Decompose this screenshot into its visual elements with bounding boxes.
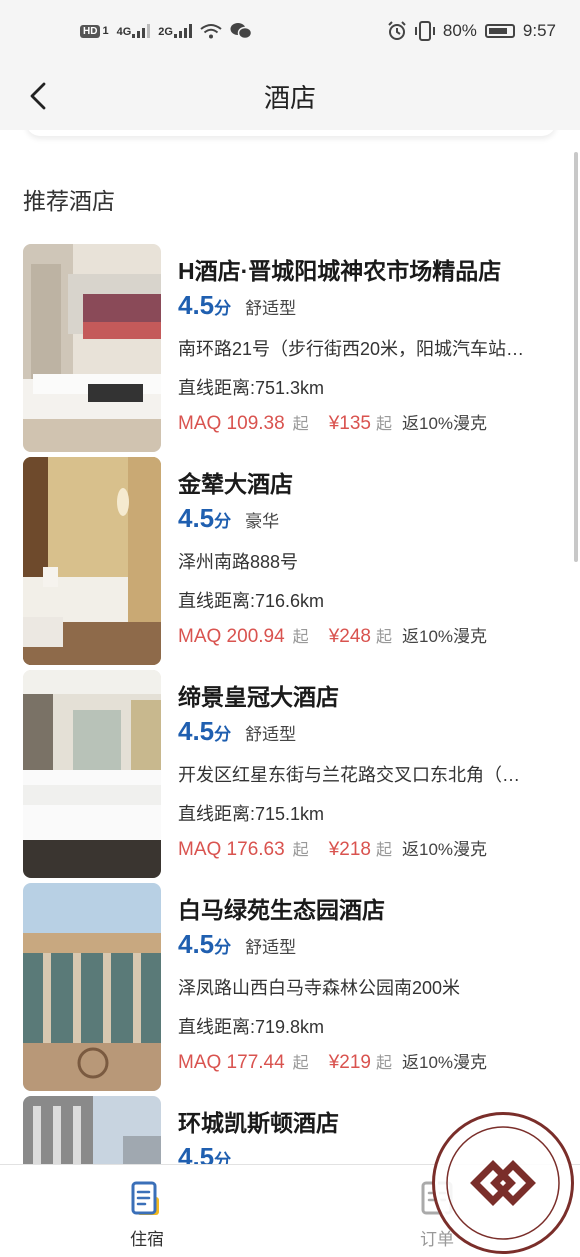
hotel-address: 泽凤路山西白马寺森林公园南200米 xyxy=(178,978,461,998)
hotel-distance: 直线距离:716.6km xyxy=(178,591,325,611)
maq-price: MAQ 177.44 xyxy=(178,1052,285,1073)
hotel-type: 豪华 xyxy=(245,512,280,531)
signal-bars-1-icon xyxy=(132,24,151,38)
lodging-icon xyxy=(127,1179,167,1219)
status-bar: HD 1 4G 2G 80% 9:57 xyxy=(0,0,580,62)
alarm-icon xyxy=(388,21,406,40)
battery-percent: 80% xyxy=(442,21,477,40)
hotel-name: 缔景皇冠大酒店 xyxy=(178,684,339,710)
hotel-photo xyxy=(23,1096,161,1164)
network-type-2: 2G xyxy=(158,26,173,38)
hotel-score: 4.5 xyxy=(178,716,215,746)
rebate-label: 返10%漫克 xyxy=(401,414,488,433)
hotel-score: 4.5 xyxy=(178,1142,215,1164)
search-card-bottom-edge xyxy=(26,130,556,136)
hotel-list-page[interactable]: 推荐酒店 H酒店·晋城阳城神农市场精品店 4.5 分 舒适型 南环路21号（步行… xyxy=(0,130,580,1164)
hotel-photo xyxy=(23,457,161,665)
page-title: 酒店 xyxy=(263,82,316,113)
hotel-info: 金辇大酒店 4.5 分 豪华 泽州南路888号 直线距离:716.6km MAQ… xyxy=(178,457,558,652)
status-left: HD 1 4G 2G xyxy=(80,22,252,40)
hotel-address: 泽州南路888号 xyxy=(178,552,299,572)
rebate-label: 返10%漫克 xyxy=(401,1053,488,1072)
status-right: 80% 9:57 xyxy=(387,20,556,42)
section-title: 推荐酒店 xyxy=(23,188,115,214)
hotel-card[interactable]: 白马绿苑生态园酒店 4.5 分 舒适型 泽凤路山西白马寺森林公园南200米 直线… xyxy=(0,883,580,1095)
rebate-label: 返10%漫克 xyxy=(401,840,488,859)
status-time: 9:57 xyxy=(522,21,556,40)
score-unit: 分 xyxy=(214,512,232,531)
nav-bar: 酒店 xyxy=(0,62,580,130)
rating-row: 4.5 分 舒适型 xyxy=(178,716,558,754)
hotel-score: 4.5 xyxy=(178,929,215,959)
cny-price: ¥218 xyxy=(328,839,371,860)
vibrate-icon xyxy=(414,21,435,41)
back-button[interactable] xyxy=(18,76,58,116)
rating-row: 4.5 分 舒适型 xyxy=(178,290,558,328)
cny-price: ¥219 xyxy=(328,1052,371,1073)
rebate-label: 返10%漫克 xyxy=(401,627,488,646)
hotel-card[interactable]: 缔景皇冠大酒店 4.5 分 舒适型 开发区红星东街与兰花路交叉口东北角（… 直线… xyxy=(0,670,580,882)
wechat-icon xyxy=(230,23,252,40)
hotel-card[interactable]: H酒店·晋城阳城神农市场精品店 4.5 分 舒适型 南环路21号（步行街西20米… xyxy=(0,244,580,456)
hotel-address: 开发区红星东街与兰花路交叉口东北角（… xyxy=(178,765,520,785)
chevron-left-icon xyxy=(30,82,46,110)
score-unit: 分 xyxy=(214,1151,232,1164)
tab-lodging[interactable]: 住宿 xyxy=(77,1165,217,1257)
battery-icon xyxy=(484,24,515,38)
watermark-seal xyxy=(432,1112,574,1254)
sim-number: 1 xyxy=(102,25,109,37)
score-unit: 分 xyxy=(214,725,232,744)
rating-row: 4.5 分 豪华 xyxy=(178,503,558,541)
hotel-info: H酒店·晋城阳城神农市场精品店 4.5 分 舒适型 南环路21号（步行街西20米… xyxy=(178,244,558,439)
price-from-label: 起 xyxy=(375,629,392,646)
hotel-name: 白马绿苑生态园酒店 xyxy=(178,897,385,923)
hd-indicator: HD 1 xyxy=(80,24,109,38)
price-row: MAQ 176.63 起 ¥218 起 返10%漫克 xyxy=(178,835,558,865)
wifi-icon xyxy=(200,24,222,39)
price-row: MAQ 109.38 起 ¥135 起 返10%漫克 xyxy=(178,409,558,439)
cny-price: ¥135 xyxy=(328,413,371,434)
hd-badge: HD xyxy=(80,24,101,38)
hotel-info: 缔景皇冠大酒店 4.5 分 舒适型 开发区红星东街与兰花路交叉口东北角（… 直线… xyxy=(178,670,558,865)
hotel-info: 白马绿苑生态园酒店 4.5 分 舒适型 泽凤路山西白马寺森林公园南200米 直线… xyxy=(178,883,558,1078)
price-from-label: 起 xyxy=(375,1055,392,1072)
hotel-address: 南环路21号（步行街西20米，阳城汽车站… xyxy=(178,339,525,359)
hotel-type: 舒适型 xyxy=(245,299,297,318)
signal-2: 2G xyxy=(158,24,192,38)
watermark-logo-icon xyxy=(446,1126,560,1240)
hotel-distance: 直线距离:751.3km xyxy=(178,378,325,398)
hotel-name: H酒店·晋城阳城神农市场精品店 xyxy=(178,258,502,284)
hotel-score: 4.5 xyxy=(178,503,215,533)
price-row: MAQ 177.44 起 ¥219 起 返10%漫克 xyxy=(178,1048,558,1078)
score-unit: 分 xyxy=(214,938,232,957)
price-from-label: 起 xyxy=(292,1055,309,1072)
price-from-label: 起 xyxy=(292,629,309,646)
hotel-card[interactable]: 金辇大酒店 4.5 分 豪华 泽州南路888号 直线距离:716.6km MAQ… xyxy=(0,457,580,669)
hotel-distance: 直线距离:715.1km xyxy=(178,804,325,824)
rating-row: 4.5 分 舒适型 xyxy=(178,929,558,967)
score-unit: 分 xyxy=(214,299,232,318)
price-from-label: 起 xyxy=(292,842,309,859)
hotel-photo xyxy=(23,883,161,1091)
hotel-photo xyxy=(23,244,161,452)
signal-1: 4G xyxy=(117,24,151,38)
tab-label: 住宿 xyxy=(130,1230,164,1249)
maq-price: MAQ 109.38 xyxy=(178,413,285,434)
price-row: MAQ 200.94 起 ¥248 起 返10%漫克 xyxy=(178,622,558,652)
hotel-type: 舒适型 xyxy=(245,725,297,744)
hotel-name: 金辇大酒店 xyxy=(178,471,293,497)
network-type-1: 4G xyxy=(116,26,132,38)
price-from-label: 起 xyxy=(292,416,309,433)
price-from-label: 起 xyxy=(375,842,392,859)
hotel-distance: 直线距离:719.8km xyxy=(178,1017,325,1037)
maq-price: MAQ 200.94 xyxy=(178,626,285,647)
maq-price: MAQ 176.63 xyxy=(178,839,285,860)
cny-price: ¥248 xyxy=(328,626,371,647)
price-from-label: 起 xyxy=(375,416,392,433)
hotel-type: 舒适型 xyxy=(245,938,297,957)
hotel-score: 4.5 xyxy=(178,290,215,320)
hotel-photo xyxy=(23,670,161,878)
signal-bars-2-icon xyxy=(173,24,192,38)
